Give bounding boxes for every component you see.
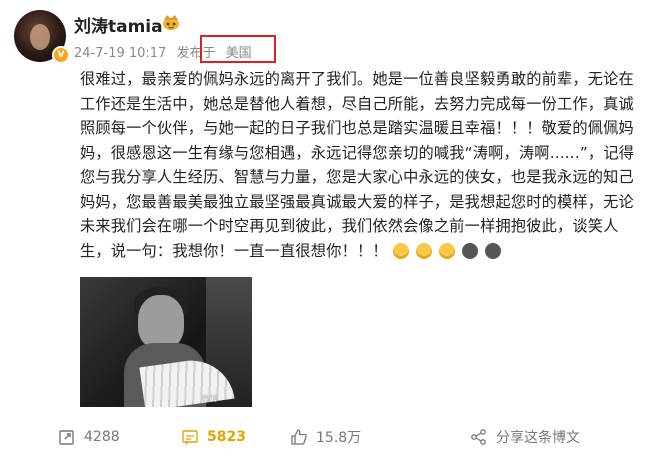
repost-count: 4288 (84, 429, 120, 445)
repost-button[interactable]: 4288 (58, 424, 120, 450)
hug-emoji-icon (392, 242, 409, 259)
member-crown-icon (163, 15, 179, 30)
share-label: 分享这条博文 (496, 430, 580, 446)
like-button[interactable]: 15.8万 (290, 424, 361, 450)
share-button[interactable]: 分享这条博文 (470, 424, 580, 450)
comment-button[interactable]: 5823 (181, 424, 246, 450)
verified-badge-icon: V (52, 46, 70, 64)
emoji-row (392, 242, 503, 260)
weibo-post-card: V 刘涛tamia 24-7-19 10:17 发布于 美国 很难过，最亲爱的佩… (0, 0, 660, 458)
hug-emoji-icon (438, 242, 455, 259)
post-date[interactable]: 24-7-19 10:17 (74, 46, 166, 61)
thumbs-up-icon (291, 429, 307, 445)
comment-icon (182, 430, 198, 445)
avatar-face (30, 24, 50, 50)
share-icon (471, 429, 486, 445)
post-text: 很难过，最亲爱的佩妈永远的离开了我们。她是一位善良坚毅勇敢的前辈，无论在工作还是… (80, 70, 635, 260)
image-watermark: 微博 (202, 394, 218, 403)
cry-emoji-icon (484, 242, 501, 259)
location-highlight-box (200, 35, 276, 63)
image-face (138, 295, 184, 349)
post-image[interactable]: 微博 (80, 277, 252, 407)
cry-emoji-icon (461, 242, 478, 259)
username[interactable]: 刘涛tamia (74, 12, 163, 37)
repost-icon (59, 430, 74, 445)
post-text-block: 很难过，最亲爱的佩妈永远的离开了我们。她是一位善良坚毅勇敢的前辈，无论在工作还是… (80, 67, 640, 263)
hug-emoji-icon (415, 242, 432, 259)
comment-count: 5823 (207, 429, 246, 445)
like-count: 15.8万 (316, 430, 362, 446)
action-bar: 4288 5823 15.8万 分享这条博文 (0, 424, 660, 450)
